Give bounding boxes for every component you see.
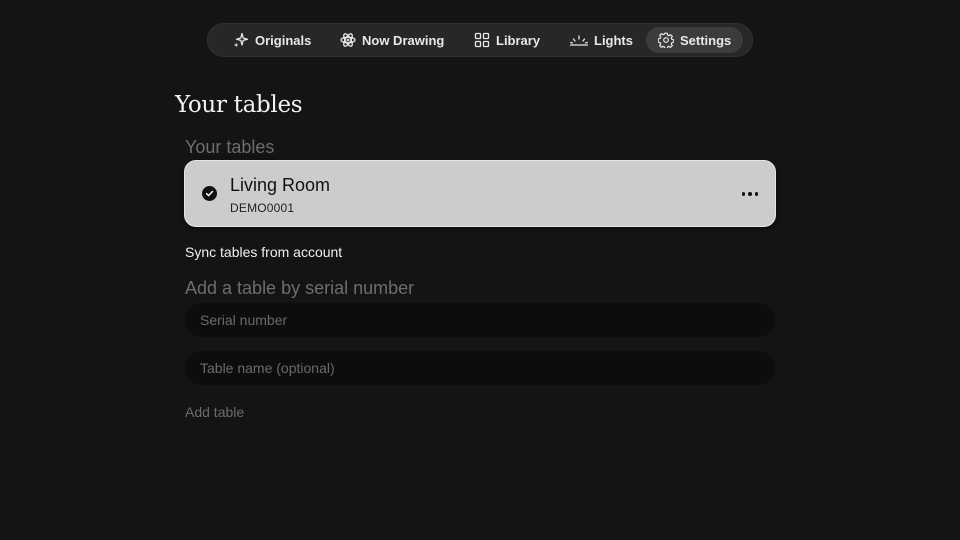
gear-icon: [658, 32, 674, 48]
top-nav: Originals Now Drawing Library Lights Set…: [207, 23, 753, 57]
add-table-heading: Add a table by serial number: [185, 278, 415, 298]
table-name-input[interactable]: [185, 351, 775, 385]
tables-section-heading: Your tables: [185, 137, 275, 157]
nav-item-originals[interactable]: Originals: [221, 27, 323, 53]
nav-item-lights[interactable]: Lights: [558, 27, 645, 53]
nav-label: Lights: [594, 32, 633, 48]
settings-page: Originals Now Drawing Library Lights Set…: [0, 0, 960, 540]
nav-item-settings[interactable]: Settings: [646, 27, 744, 53]
sunrise-icon: [570, 35, 588, 46]
more-options-button[interactable]: [739, 183, 761, 205]
grid-icon: [474, 32, 490, 48]
nav-item-now-drawing[interactable]: Now Drawing: [328, 27, 456, 53]
add-table-button[interactable]: Add table: [185, 404, 244, 420]
nav-item-library[interactable]: Library: [462, 27, 552, 53]
serial-number-input[interactable]: [185, 303, 775, 337]
atom-icon: [340, 33, 356, 47]
table-serial: DEMO0001: [230, 201, 295, 215]
page-title: Your tables: [175, 92, 303, 118]
more-dot: [748, 192, 752, 196]
sparkle-icon: [233, 32, 249, 48]
more-dot: [754, 192, 759, 196]
more-dot: [741, 192, 746, 196]
selected-check-icon: [202, 186, 217, 201]
nav-label: Library: [496, 32, 541, 48]
nav-label: Now Drawing: [362, 32, 445, 48]
table-name: Living Room: [230, 175, 331, 195]
nav-label: Settings: [680, 32, 732, 48]
table-card[interactable]: Living Room DEMO0001: [184, 160, 776, 227]
nav-label: Originals: [255, 32, 312, 48]
sync-tables-link[interactable]: Sync tables from account: [185, 244, 342, 260]
